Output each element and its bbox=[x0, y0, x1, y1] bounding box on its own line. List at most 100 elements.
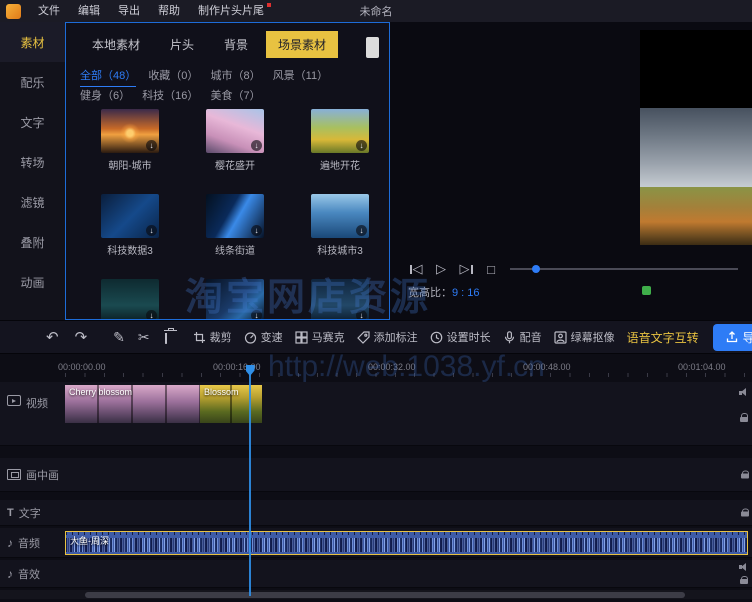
menu-edit[interactable]: 编辑 bbox=[69, 0, 109, 22]
category-food[interactable]: 美食（7） bbox=[211, 87, 261, 105]
edit-pencil-icon[interactable]: ✎ bbox=[113, 330, 125, 344]
play-button[interactable]: ▷ bbox=[433, 261, 449, 277]
tab-intro[interactable]: 片头 bbox=[158, 31, 206, 58]
material-thumbnail[interactable]: ↓ bbox=[101, 279, 159, 320]
download-icon[interactable]: ↓ bbox=[146, 310, 157, 320]
stop-button[interactable]: □ bbox=[483, 261, 499, 277]
duration-button[interactable]: 设置时长 bbox=[430, 329, 491, 345]
category-tech[interactable]: 科技（16） bbox=[142, 87, 198, 105]
split-scissors-icon[interactable]: ✂ bbox=[138, 330, 150, 344]
download-icon[interactable]: ↓ bbox=[356, 225, 367, 236]
track-label: 音效 bbox=[18, 566, 40, 582]
scrollbar-thumb[interactable] bbox=[85, 592, 685, 598]
sidebar-item-text[interactable]: 文字 bbox=[0, 102, 65, 142]
time-ruler[interactable] bbox=[65, 373, 752, 377]
sidebar-item-animation[interactable]: 动画 bbox=[0, 262, 65, 302]
track-label: 文字 bbox=[19, 505, 41, 521]
tab-local-material[interactable]: 本地素材 bbox=[80, 31, 152, 58]
video-clip-blossom[interactable]: Blossom bbox=[200, 385, 262, 423]
material-card: ↓ 樱花盛开 bbox=[206, 109, 264, 172]
speed-button[interactable]: 变速 bbox=[244, 329, 283, 345]
lock-icon[interactable] bbox=[741, 470, 749, 479]
material-card: ↓ 遍地开花 bbox=[311, 109, 369, 172]
delete-trash-icon[interactable] bbox=[165, 333, 167, 344]
material-caption: 遍地开花 bbox=[311, 157, 369, 172]
menu-bar: 文件 编辑 导出 帮助 制作片头片尾 未命名 bbox=[0, 0, 752, 22]
crop-button[interactable]: 裁剪 bbox=[193, 329, 232, 345]
slider-handle[interactable] bbox=[532, 265, 540, 273]
text-track-icon: T bbox=[7, 507, 14, 519]
audio-clip-dayu[interactable]: 大鱼-周深 bbox=[65, 531, 748, 555]
mosaic-button[interactable]: 马赛克 bbox=[295, 329, 345, 345]
speech-text-convert-button[interactable]: 语音文字互转 bbox=[627, 329, 699, 346]
material-thumbnail[interactable]: ↓ bbox=[206, 194, 264, 238]
preview-zoom-slider[interactable] bbox=[510, 268, 738, 270]
mute-speaker-icon[interactable] bbox=[739, 563, 749, 572]
download-icon[interactable]: ↓ bbox=[251, 140, 262, 151]
video-track-icon bbox=[7, 395, 21, 406]
download-icon[interactable]: ↓ bbox=[251, 225, 262, 236]
material-panel: 本地素材 片头 背景 场景素材 全部（48） 收藏（0） 城市（8） 风景（11… bbox=[65, 22, 390, 320]
sidebar-item-overlay[interactable]: 叠附 bbox=[0, 222, 65, 262]
track-controls bbox=[741, 508, 749, 517]
lock-icon[interactable] bbox=[740, 576, 748, 585]
ruler-label: 00:00:48.00 bbox=[523, 362, 571, 372]
undo-icon[interactable]: ↶ bbox=[46, 330, 59, 345]
category-all[interactable]: 全部（48） bbox=[80, 67, 136, 87]
horizontal-scrollbar[interactable] bbox=[0, 590, 752, 599]
material-thumbnail[interactable]: ↓ bbox=[101, 109, 159, 153]
tab-background[interactable]: 背景 bbox=[212, 31, 260, 58]
download-icon[interactable]: ↓ bbox=[251, 310, 262, 320]
left-sidebar: 素材 配乐 文字 转场 滤镜 叠附 动画 bbox=[0, 22, 65, 320]
crop-icon bbox=[193, 331, 206, 344]
mute-speaker-icon[interactable] bbox=[739, 388, 749, 397]
material-card: ↓ bbox=[101, 279, 159, 320]
sidebar-item-material[interactable]: 素材 bbox=[0, 22, 65, 62]
previous-frame-button[interactable]: ◁ bbox=[408, 261, 424, 277]
category-favorites[interactable]: 收藏（0） bbox=[148, 67, 198, 85]
material-thumbnail[interactable]: ↓ bbox=[311, 279, 369, 320]
download-icon[interactable]: ↓ bbox=[356, 310, 367, 320]
tab-scene-material[interactable]: 场景素材 bbox=[266, 31, 338, 58]
material-thumbnail[interactable]: ↓ bbox=[101, 194, 159, 238]
sidebar-item-music[interactable]: 配乐 bbox=[0, 62, 65, 102]
material-thumbnail[interactable]: ↓ bbox=[206, 279, 264, 320]
material-thumbnail[interactable]: ↓ bbox=[311, 194, 369, 238]
next-frame-button[interactable]: ▷ bbox=[458, 261, 474, 277]
tab-overflow-button[interactable] bbox=[366, 37, 379, 58]
greenscreen-button[interactable]: 绿幕抠像 bbox=[554, 329, 615, 345]
download-icon[interactable]: ↓ bbox=[356, 140, 367, 151]
material-caption: 线条街道 bbox=[206, 242, 264, 257]
greenscreen-icon bbox=[554, 331, 567, 344]
sidebar-item-filter[interactable]: 滤镜 bbox=[0, 182, 65, 222]
download-icon[interactable]: ↓ bbox=[146, 140, 157, 151]
sidebar-item-transition[interactable]: 转场 bbox=[0, 142, 65, 182]
app-logo-icon[interactable] bbox=[6, 4, 21, 19]
track-text: T 文字 bbox=[0, 500, 752, 526]
menu-export[interactable]: 导出 bbox=[109, 0, 149, 22]
preview-sky bbox=[640, 108, 752, 187]
material-thumbnail[interactable]: ↓ bbox=[311, 109, 369, 153]
menu-file[interactable]: 文件 bbox=[29, 0, 69, 22]
ruler-label: 00:01:04.00 bbox=[678, 362, 726, 372]
playhead[interactable] bbox=[249, 366, 251, 596]
category-fitness[interactable]: 健身（6） bbox=[80, 87, 130, 105]
category-city[interactable]: 城市（8） bbox=[211, 67, 261, 85]
material-thumbnail[interactable]: ↓ bbox=[206, 109, 264, 153]
menu-help[interactable]: 帮助 bbox=[149, 0, 189, 22]
video-clip-cherry-blossom[interactable]: Cherry blossom bbox=[65, 385, 200, 423]
category-scenery[interactable]: 风景（11） bbox=[273, 67, 328, 85]
lock-icon[interactable] bbox=[740, 413, 748, 422]
track-controls bbox=[741, 470, 749, 479]
material-tabs: 本地素材 片头 背景 场景素材 bbox=[80, 31, 338, 58]
sfx-track-icon: ♪ bbox=[7, 567, 13, 581]
export-button[interactable]: 导出 bbox=[713, 324, 752, 351]
menu-intro-outro[interactable]: 制作片头片尾 bbox=[189, 0, 273, 22]
annotation-button[interactable]: 添加标注 bbox=[357, 329, 418, 345]
preview-field bbox=[640, 187, 752, 245]
aspect-ratio[interactable]: 宽高比：9 : 16 bbox=[408, 284, 480, 300]
redo-icon[interactable]: ↷ bbox=[75, 330, 88, 345]
lock-icon[interactable] bbox=[741, 508, 749, 517]
download-icon[interactable]: ↓ bbox=[146, 225, 157, 236]
voiceover-button[interactable]: 配音 bbox=[503, 329, 542, 345]
